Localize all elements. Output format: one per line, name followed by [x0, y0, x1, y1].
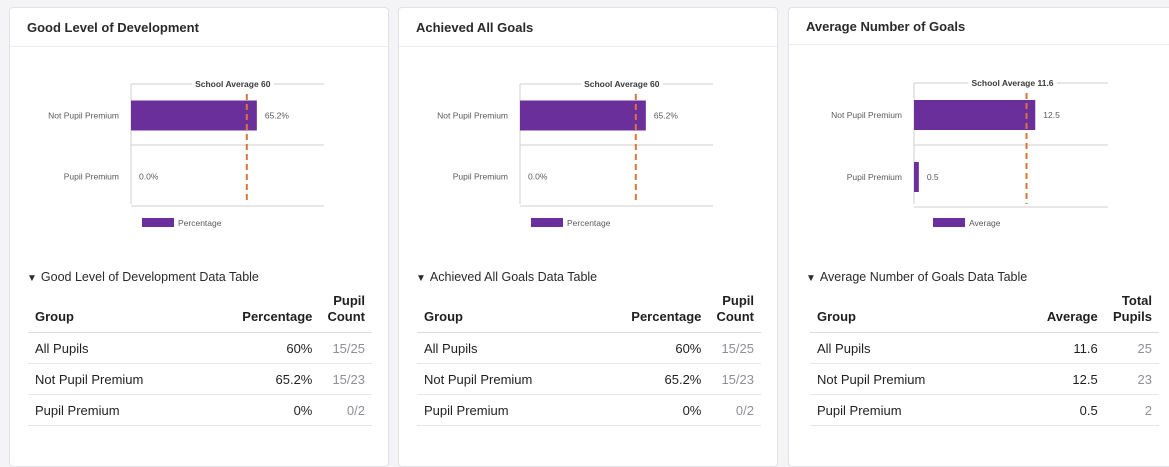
column-header-pupil-count: Pupil Count [319, 293, 372, 333]
average-cell: 11.6 [1029, 332, 1105, 364]
percentage-cell: 0% [234, 394, 320, 426]
bar-chart: Not Pupil Premium 12.5 Pupil Premium 0.5 Sch… [831, 77, 1108, 228]
table-row: Pupil Premium 0.5 2 [810, 394, 1159, 426]
data-label: 0.0% [528, 172, 548, 182]
bar-chart: Not Pupil Premium 65.2% Pupil Premium 0.0% S… [48, 78, 324, 228]
panel-achieved-all-goals: Achieved All Goals Not Pupil Premium 65.2… [398, 7, 778, 467]
group-cell: Not Pupil Premium [28, 363, 235, 395]
data-table: Group Average Total Pupils All Pupils 11.… [810, 293, 1159, 426]
data-table-toggle[interactable]: ▼ Average Number of Goals Data Table [806, 270, 1027, 284]
pupil-count-cell: 15/25 [708, 332, 761, 364]
category-label: Pupil Premium [847, 172, 902, 182]
group-cell: All Pupils [28, 332, 235, 364]
table-row: All Pupils 60% 15/25 [417, 332, 761, 364]
average-cell: 12.5 [1029, 363, 1105, 395]
total-pupils-cell: 23 [1104, 363, 1159, 395]
column-header-group: Group [810, 293, 1029, 333]
category-label: Not Pupil Premium [48, 111, 119, 121]
table-row: All Pupils 11.6 25 [810, 332, 1159, 364]
group-cell: Pupil Premium [417, 394, 624, 426]
group-cell: Not Pupil Premium [417, 363, 624, 395]
school-average-label: School Average 60 [195, 79, 271, 89]
school-average-label: School Average 60 [584, 79, 660, 89]
column-header-total-pupils: Total Pupils [1104, 293, 1159, 333]
data-label: 65.2% [654, 111, 679, 121]
percentage-cell: 0% [623, 394, 709, 426]
group-cell: Not Pupil Premium [810, 363, 1029, 395]
table-row: Not Pupil Premium 65.2% 15/23 [28, 363, 372, 395]
bar [131, 100, 257, 131]
column-header-group: Group [417, 293, 624, 333]
category-label: Not Pupil Premium [437, 111, 508, 121]
table-row: Pupil Premium 0% 0/2 [417, 394, 761, 426]
table-row: Not Pupil Premium 65.2% 15/23 [417, 363, 761, 395]
group-cell: All Pupils [417, 332, 624, 364]
percentage-cell: 65.2% [234, 363, 320, 395]
column-header-percentage: Percentage [623, 293, 709, 333]
triangle-down-icon: ▼ [27, 273, 37, 284]
table-row: All Pupils 60% 15/25 [28, 332, 372, 364]
group-cell: Pupil Premium [28, 394, 235, 426]
legend-label: Percentage [178, 218, 222, 228]
bar-chart: Not Pupil Premium 65.2% Pupil Premium 0.0% S… [437, 78, 713, 228]
panel-good-level-of-development: Good Level of Development Not Pupil Prem… [9, 7, 389, 467]
pupil-count-cell: 15/23 [319, 363, 372, 395]
group-cell: Pupil Premium [810, 394, 1029, 426]
average-cell: 0.5 [1029, 394, 1105, 426]
data-table-toggle-label: Average Number of Goals Data Table [819, 270, 1028, 284]
category-label: Not Pupil Premium [831, 110, 902, 120]
category-label: Pupil Premium [64, 172, 119, 182]
legend-label: Average [969, 218, 1001, 228]
data-label: 0.0% [139, 172, 159, 182]
percentage-cell: 60% [623, 332, 709, 364]
triangle-down-icon: ▼ [806, 273, 816, 284]
column-header-pupil-count: Pupil Count [708, 293, 761, 333]
data-label: 12.5 [1043, 110, 1060, 120]
table-header-row: Group Average Total Pupils [810, 293, 1159, 333]
legend-swatch [933, 218, 965, 227]
bar [914, 162, 919, 192]
legend-swatch [142, 218, 174, 227]
table-row: Pupil Premium 0% 0/2 [28, 394, 372, 426]
column-header-average: Average [1029, 293, 1105, 333]
total-pupils-cell: 25 [1104, 332, 1159, 364]
pupil-count-cell: 0/2 [319, 394, 372, 426]
triangle-down-icon: ▼ [416, 273, 426, 284]
pupil-count-cell: 0/2 [708, 394, 761, 426]
bar [520, 100, 646, 131]
data-table-toggle-label: Achieved All Goals Data Table [429, 270, 598, 284]
bar [914, 100, 1036, 130]
school-average-label: School Average 11.6 [971, 78, 1053, 88]
percentage-cell: 60% [234, 332, 320, 364]
category-label: Pupil Premium [453, 172, 508, 182]
table-header-row: Group Percentage Pupil Count [28, 293, 372, 333]
legend-label: Percentage [567, 218, 611, 228]
pupil-count-cell: 15/23 [708, 363, 761, 395]
data-table-toggle[interactable]: ▼ Achieved All Goals Data Table [416, 270, 597, 284]
column-header-percentage: Percentage [234, 293, 320, 333]
table-row: Not Pupil Premium 12.5 23 [810, 363, 1159, 395]
data-table-toggle[interactable]: ▼ Good Level of Development Data Table [27, 270, 259, 284]
legend-swatch [531, 218, 563, 227]
percentage-cell: 65.2% [623, 363, 709, 395]
data-table: Group Percentage Pupil Count All Pupils 6… [28, 293, 372, 426]
pupil-count-cell: 15/25 [319, 332, 372, 364]
table-header-row: Group Percentage Pupil Count [417, 293, 761, 333]
column-header-group: Group [28, 293, 235, 333]
data-table: Group Percentage Pupil Count All Pupils 6… [417, 293, 761, 426]
data-label: 65.2% [265, 111, 290, 121]
data-table-toggle-label: Good Level of Development Data Table [40, 270, 259, 284]
total-pupils-cell: 2 [1104, 394, 1159, 426]
group-cell: All Pupils [810, 332, 1029, 364]
data-label: 0.5 [927, 172, 939, 182]
panel-average-number-of-goals: Average Number of Goals Not Pupil Premiu… [788, 7, 1169, 467]
